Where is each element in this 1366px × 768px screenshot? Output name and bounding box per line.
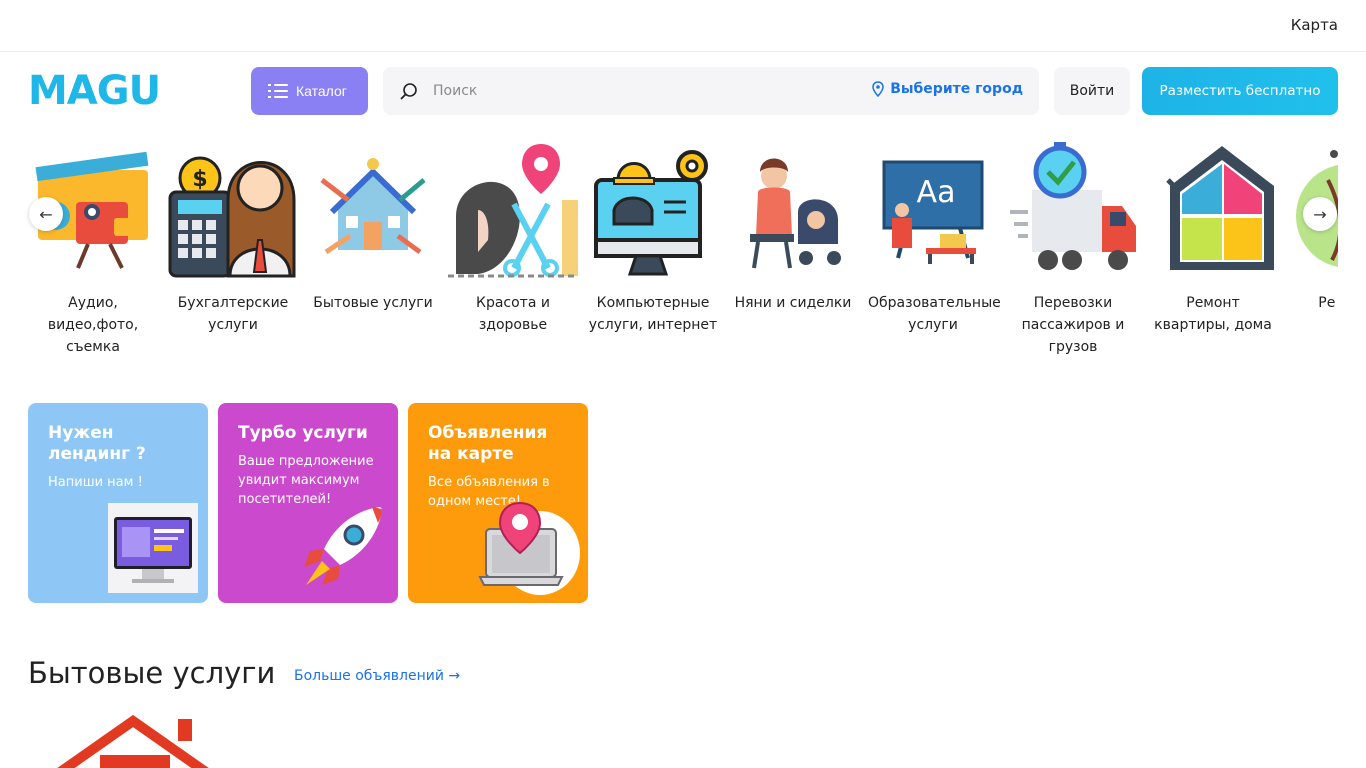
- category-label: Аудио, видео,фото, съемка: [47, 295, 139, 355]
- promo-text: Напиши нам !: [48, 475, 143, 490]
- education-icon: Aa: [882, 160, 984, 264]
- menu-list-icon: [268, 83, 288, 99]
- category-item[interactable]: Ремонт квартиры, дома: [1148, 140, 1278, 336]
- category-item[interactable]: Aa Образовательные услуги: [868, 140, 1001, 336]
- site-logo[interactable]: MAGU: [28, 70, 161, 112]
- landing-monitor-icon: [108, 503, 198, 593]
- location-pin-icon: [872, 81, 884, 97]
- promo-landing[interactable]: Нужен лендинг ? Напиши нам !: [28, 403, 208, 603]
- city-label: Выберите город: [890, 81, 1023, 97]
- listing-thumbnail[interactable]: [28, 715, 238, 768]
- map-link[interactable]: Карта: [1291, 16, 1338, 34]
- category-item[interactable]: Аудио, видео,фото, съемка: [28, 140, 158, 358]
- category-item[interactable]: Компьютерные услуги, интернет: [588, 140, 718, 336]
- top-bar: Карта: [0, 0, 1366, 52]
- house-tools-icon: [320, 158, 426, 255]
- house-repair-icon: [1166, 146, 1274, 270]
- svg-text:Aa: Aa: [917, 175, 956, 210]
- section-title: Бытовые услуги: [28, 656, 276, 690]
- category-label: Образовательные услуги: [868, 295, 1001, 333]
- rocket-icon: [304, 507, 382, 585]
- category-item[interactable]: Няни и сиделки: [728, 140, 858, 314]
- category-label: Бухгалтерские услуги: [177, 295, 289, 333]
- nanny-icon: [750, 158, 841, 269]
- arrow-left-icon: ←: [39, 204, 53, 224]
- svg-text:$: $: [192, 167, 207, 192]
- carousel-prev-button[interactable]: ←: [29, 197, 63, 231]
- header: MAGU Каталог Выберите город Войти Размес…: [0, 67, 1366, 115]
- search-icon: [400, 83, 417, 100]
- computer-service-icon: [594, 150, 708, 276]
- category-label: Компьютерные услуги, интернет: [588, 295, 718, 333]
- accountant-icon: $: [168, 156, 296, 278]
- category-label: Бытовые услуги: [313, 295, 433, 311]
- category-item[interactable]: Красота и здоровье: [448, 140, 578, 336]
- login-button[interactable]: Войти: [1054, 67, 1130, 115]
- promo-title: Турбо услуги: [238, 423, 368, 443]
- catalog-button[interactable]: Каталог: [251, 67, 368, 115]
- beauty-icon: [448, 144, 578, 278]
- promo-text: Ваше предложение увидит максимум посетит…: [238, 454, 374, 507]
- category-label: Ре пошив: [1318, 295, 1338, 311]
- category-item[interactable]: Бытовые услуги: [308, 140, 438, 314]
- category-label: Ремонт квартиры, дома: [1154, 295, 1272, 333]
- map-laptop-icon: [478, 501, 580, 595]
- promo-map[interactable]: Объявления на карте Все объявления в одн…: [408, 403, 588, 603]
- category-label: Красота и здоровье: [476, 295, 550, 333]
- post-ad-button[interactable]: Разместить бесплатно: [1142, 67, 1338, 115]
- truck-icon: [1010, 142, 1136, 270]
- catalog-label: Каталог: [296, 83, 347, 99]
- search-bar: Выберите город: [383, 67, 1039, 115]
- category-carousel: Аудио, видео,фото, съемка $ Бухгалтерски…: [28, 140, 1338, 370]
- more-listings-link[interactable]: Больше объявлений →: [294, 668, 460, 684]
- promo-turbo[interactable]: Турбо услуги Ваше предложение увидит мак…: [218, 403, 398, 603]
- search-input[interactable]: [433, 79, 813, 103]
- city-selector[interactable]: Выберите город: [872, 81, 1023, 97]
- carousel-next-button[interactable]: →: [1303, 197, 1337, 231]
- category-label: Перевозки пассажиров и грузов: [1021, 295, 1125, 355]
- category-item[interactable]: $ Бухгалтерские услуги: [168, 140, 298, 336]
- promo-title: Нужен лендинг ?: [48, 423, 146, 464]
- promo-title: Объявления на карте: [428, 423, 548, 464]
- arrow-right-icon: →: [1313, 204, 1327, 224]
- category-item[interactable]: Перевозки пассажиров и грузов: [1008, 140, 1138, 358]
- category-label: Няни и сиделки: [734, 295, 852, 311]
